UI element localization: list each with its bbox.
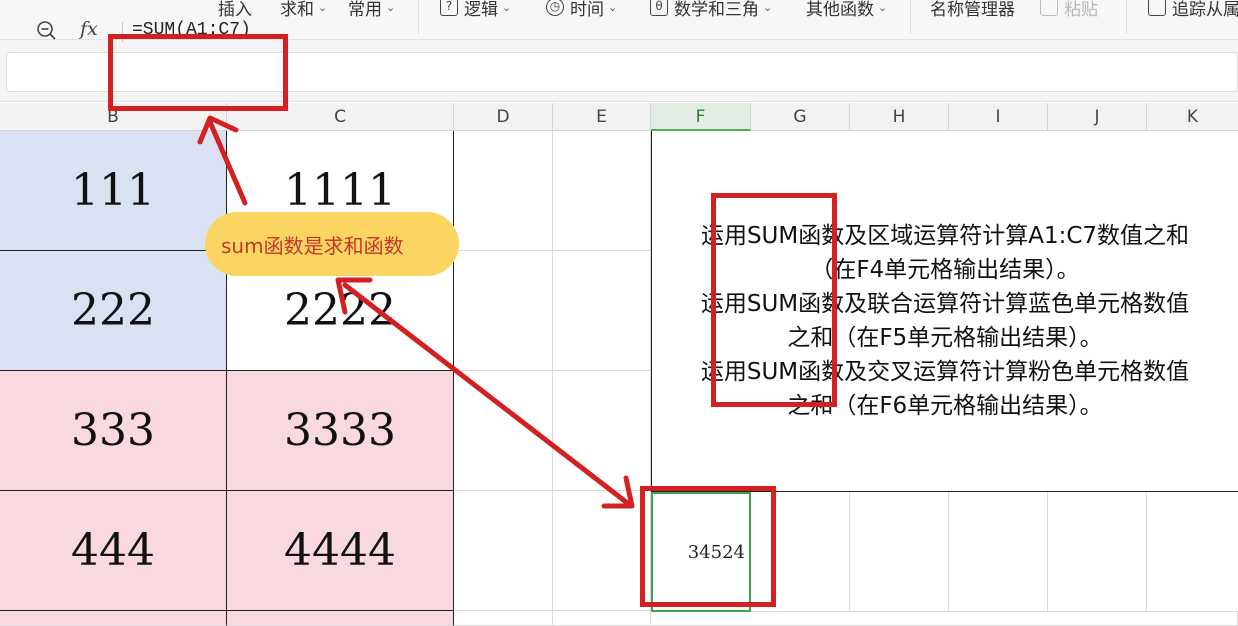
clock-icon: ◷ <box>546 0 564 16</box>
cell-e1[interactable] <box>553 131 651 251</box>
cell-j4[interactable] <box>1048 492 1147 612</box>
cell-d4[interactable] <box>454 491 553 611</box>
paste-button[interactable]: 粘贴 <box>1040 0 1098 20</box>
paste-icon <box>1040 0 1058 16</box>
cell-b4[interactable]: 444 <box>0 491 227 611</box>
cell-d5[interactable] <box>454 611 553 626</box>
cell-d2[interactable] <box>454 251 553 371</box>
column-header-e[interactable]: E <box>553 103 651 131</box>
trace-dependents-button[interactable]: 追踪从属 <box>1148 0 1238 20</box>
logic-label: 逻辑 <box>464 0 498 20</box>
cell-c3[interactable]: 3333 <box>227 371 454 491</box>
sum-label: 求和 <box>280 0 314 20</box>
formula-highlight-box <box>108 34 288 111</box>
ribbon-divider <box>910 0 911 34</box>
chevron-down-icon: ⌄ <box>502 0 512 14</box>
insert-label: 插入 <box>218 0 252 20</box>
cell-i4[interactable] <box>949 492 1048 612</box>
chevron-down-icon: ⌄ <box>608 0 618 14</box>
other-functions-label: 其他函数 <box>806 0 874 20</box>
column-header-k[interactable]: K <box>1147 103 1238 131</box>
time-label: 时间 <box>570 0 604 20</box>
cell-b3[interactable]: 333 <box>0 371 227 491</box>
column-header-d[interactable]: D <box>454 103 553 131</box>
insert-function-button[interactable]: 插入 <box>218 0 252 20</box>
cell-d3[interactable] <box>454 371 553 491</box>
math-dropdown[interactable]: θ 数学和三角 ⌄ <box>650 0 772 20</box>
other-functions-dropdown[interactable]: 其他函数 ⌄ <box>806 0 887 20</box>
ribbon-divider <box>1126 0 1127 34</box>
fx-icon[interactable]: fx <box>80 18 98 40</box>
column-header-j[interactable]: J <box>1048 103 1147 131</box>
name-manager-button[interactable]: 名称管理器 <box>930 0 1015 20</box>
trace-label: 追踪从属 <box>1172 0 1238 20</box>
common-label: 常用 <box>348 0 382 20</box>
name-manager-label: 名称管理器 <box>930 0 1015 20</box>
zoom-icon[interactable] <box>36 20 58 42</box>
logic-dropdown[interactable]: ? 逻辑 ⌄ <box>440 0 511 20</box>
cell-e5[interactable] <box>553 611 651 626</box>
column-header-h[interactable]: H <box>850 103 949 131</box>
ribbon-divider <box>418 0 419 34</box>
column-header-i[interactable]: I <box>949 103 1048 131</box>
cell-e2[interactable] <box>553 251 651 371</box>
annotation-text: sum函数是求和函数 <box>221 233 404 258</box>
paste-label: 粘贴 <box>1064 0 1098 20</box>
question-icon: ? <box>440 0 458 16</box>
annotation-bubble: sum函数是求和函数 <box>205 212 459 276</box>
sum-highlight-box <box>711 193 837 407</box>
math-label: 数学和三角 <box>674 0 759 20</box>
chevron-down-icon: ⌄ <box>763 0 773 14</box>
cell-b5[interactable] <box>0 611 227 626</box>
math-icon: θ <box>650 0 668 16</box>
time-dropdown[interactable]: ◷ 时间 ⌄ <box>546 0 617 20</box>
cell-d1[interactable] <box>454 131 553 251</box>
common-dropdown[interactable]: 常用 ⌄ <box>348 0 395 20</box>
cell-b2[interactable]: 222 <box>0 251 227 371</box>
cell-h4[interactable] <box>850 492 949 612</box>
column-header-f[interactable]: F <box>651 103 751 131</box>
chevron-down-icon: ⌄ <box>386 0 396 14</box>
cell-b1[interactable]: 111 <box>0 131 227 251</box>
column-header-g[interactable]: G <box>751 103 850 131</box>
trace-icon <box>1148 0 1166 16</box>
cell-c5[interactable] <box>227 611 454 626</box>
cell-k4[interactable] <box>1147 492 1238 612</box>
chevron-down-icon: ⌄ <box>318 0 328 14</box>
result-highlight-box <box>640 486 776 607</box>
cell-e4[interactable] <box>553 491 651 611</box>
chevron-down-icon: ⌄ <box>878 0 888 14</box>
cell-e3[interactable] <box>553 371 651 491</box>
cell-c4[interactable]: 4444 <box>227 491 454 611</box>
sum-dropdown[interactable]: 求和 ⌄ <box>280 0 327 20</box>
cell-row5-right[interactable] <box>651 612 1238 626</box>
